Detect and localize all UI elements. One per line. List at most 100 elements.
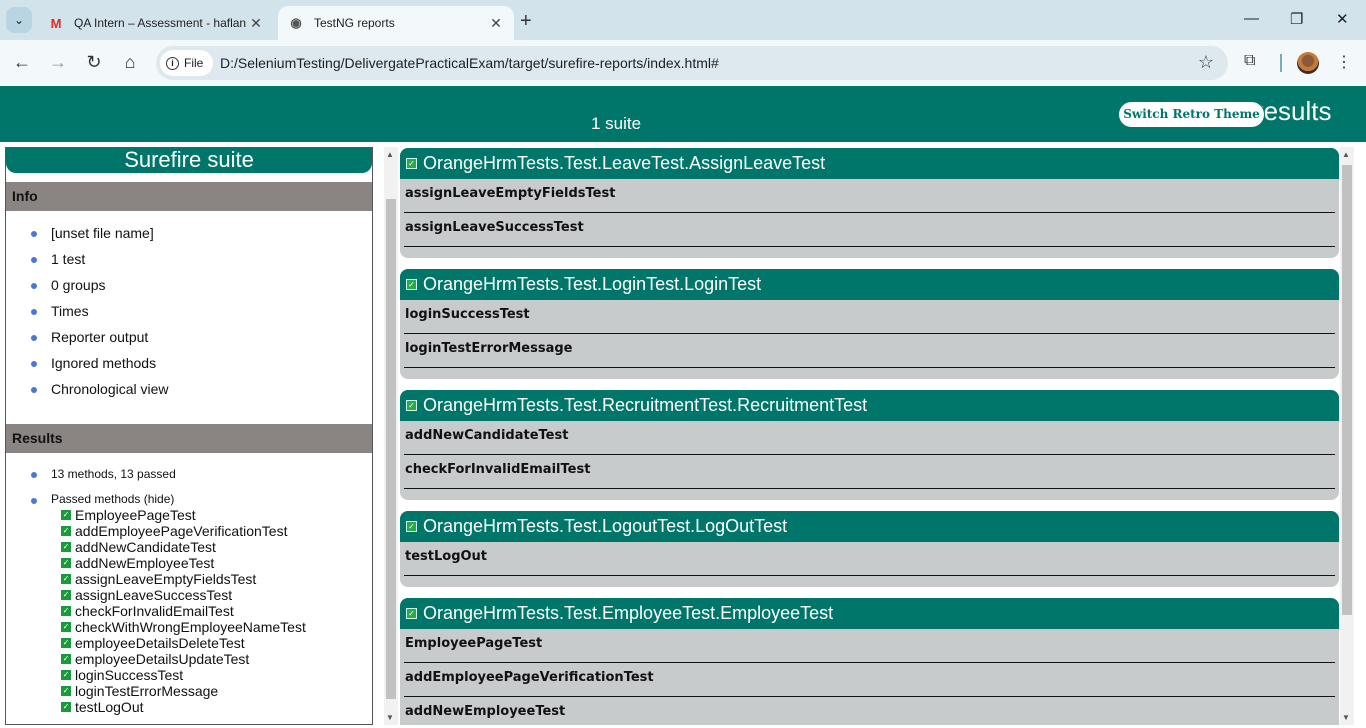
home-icon[interactable]: ⌂ bbox=[119, 52, 141, 73]
suite-title[interactable]: Surefire suite bbox=[6, 148, 372, 173]
list-item[interactable]: ✓ loginSuccessTest bbox=[61, 667, 306, 683]
extensions-icon[interactable]: ⧉ bbox=[1244, 52, 1255, 70]
list-item[interactable]: ✓ assignLeaveSuccessTest bbox=[61, 587, 306, 603]
close-window-icon[interactable]: ✕ bbox=[1336, 10, 1349, 28]
class-card: ✓ OrangeHrmTests.Test.EmployeeTest.Employ… bbox=[400, 598, 1339, 725]
report-banner: 1 suite Test results Switch Retro Theme bbox=[0, 86, 1366, 142]
close-tab-icon[interactable]: ✕ bbox=[488, 15, 504, 32]
bookmark-star-icon[interactable]: ☆ bbox=[1198, 52, 1214, 73]
info-item-tests[interactable]: 1 test bbox=[6, 246, 372, 272]
info-item-file-name[interactable]: [unset file name] bbox=[6, 220, 372, 246]
right-scrollbar[interactable]: ▲ ▼ bbox=[1340, 147, 1354, 725]
scroll-up-icon[interactable]: ▲ bbox=[386, 150, 394, 159]
report-page: 1 suite Test results Switch Retro Theme … bbox=[0, 86, 1366, 728]
scroll-up-icon[interactable]: ▲ bbox=[1342, 150, 1350, 159]
class-name: OrangeHrmTests.Test.EmployeeTest.Employe… bbox=[423, 603, 834, 623]
list-item[interactable]: ✓ addNewCandidateTest bbox=[61, 539, 306, 555]
check-icon: ✓ bbox=[61, 558, 71, 568]
list-item[interactable]: ✓ EmployeePageTest bbox=[61, 507, 306, 523]
info-item-ignored-methods[interactable]: Ignored methods bbox=[6, 350, 372, 376]
method-link[interactable]: assignLeaveEmptyFieldsTest bbox=[75, 571, 256, 587]
passed-methods-toggle[interactable]: Passed methods (hide) bbox=[51, 492, 174, 506]
scroll-down-icon[interactable]: ▼ bbox=[386, 713, 394, 722]
method-link[interactable]: checkForInvalidEmailTest bbox=[75, 603, 234, 619]
method-link[interactable]: loginSuccessTest bbox=[75, 667, 183, 683]
tab-search-button[interactable]: ⌄ bbox=[6, 7, 32, 33]
tab-gmail[interactable]: M QA Intern – Assessment - haflan ✕ bbox=[38, 6, 274, 40]
list-item[interactable]: ✓ addNewEmployeeTest bbox=[61, 555, 306, 571]
url-text[interactable]: D:/SeleniumTesting/DelivergatePracticalE… bbox=[220, 55, 719, 71]
check-icon: ✓ bbox=[61, 654, 71, 664]
tab-testng-reports[interactable]: ◉ TestNG reports ✕ bbox=[278, 6, 514, 40]
back-icon[interactable]: ← bbox=[11, 52, 33, 73]
list-item[interactable]: ✓ checkForInvalidEmailTest bbox=[61, 603, 306, 619]
method-link[interactable]: employeeDetailsUpdateTest bbox=[75, 651, 249, 667]
info-item-chronological-view[interactable]: Chronological view bbox=[6, 376, 372, 402]
info-item-groups[interactable]: 0 groups bbox=[6, 272, 372, 298]
profile-avatar[interactable] bbox=[1297, 52, 1319, 74]
restore-icon[interactable]: ❐ bbox=[1290, 10, 1303, 28]
scrollbar-thumb[interactable] bbox=[1342, 165, 1352, 615]
list-item[interactable]: ✓ addEmployeePageVerificationTest bbox=[61, 523, 306, 539]
forward-icon[interactable]: → bbox=[47, 52, 69, 73]
method-row[interactable]: loginTestErrorMessage bbox=[404, 334, 1335, 368]
method-link[interactable]: assignLeaveSuccessTest bbox=[75, 587, 232, 603]
minimize-icon[interactable]: — bbox=[1244, 10, 1259, 27]
scroll-down-icon[interactable]: ▼ bbox=[1342, 713, 1350, 722]
results-header: Results bbox=[6, 424, 372, 453]
suite-count[interactable]: 1 suite bbox=[591, 114, 641, 134]
check-icon: ✓ bbox=[61, 606, 71, 616]
info-item-times[interactable]: Times bbox=[6, 298, 372, 324]
list-item[interactable]: ✓ employeeDetailsDeleteTest bbox=[61, 635, 306, 651]
check-icon: ✓ bbox=[406, 279, 417, 290]
test-classes-pane: ✓ OrangeHrmTests.Test.LeaveTest.AssignLea… bbox=[400, 147, 1340, 725]
method-row[interactable]: assignLeaveSuccessTest bbox=[404, 213, 1335, 247]
method-link[interactable]: addEmployeePageVerificationTest bbox=[75, 523, 287, 539]
list-item[interactable]: ✓ checkWithWrongEmployeeNameTest bbox=[61, 619, 306, 635]
list-item[interactable]: ✓ employeeDetailsUpdateTest bbox=[61, 651, 306, 667]
method-link[interactable]: EmployeePageTest bbox=[75, 507, 196, 523]
method-link[interactable]: addNewCandidateTest bbox=[75, 539, 216, 555]
address-bar[interactable]: i File D:/SeleniumTesting/DelivergatePra… bbox=[156, 46, 1228, 80]
method-link[interactable]: loginTestErrorMessage bbox=[75, 683, 218, 699]
method-row[interactable]: EmployeePageTest bbox=[404, 629, 1335, 663]
class-card: ✓ OrangeHrmTests.Test.RecruitmentTest.Rec… bbox=[400, 390, 1339, 500]
check-icon: ✓ bbox=[406, 521, 417, 532]
kebab-menu-icon[interactable]: ⋮ bbox=[1336, 52, 1352, 72]
site-info-chip[interactable]: i File bbox=[160, 50, 214, 76]
class-header[interactable]: ✓ OrangeHrmTests.Test.LoginTest.LoginTest bbox=[400, 269, 1339, 300]
check-icon: ✓ bbox=[61, 702, 71, 712]
close-tab-icon[interactable]: ✕ bbox=[248, 15, 264, 32]
method-link[interactable]: addNewEmployeeTest bbox=[75, 555, 214, 571]
bullet-icon bbox=[31, 498, 37, 504]
switch-retro-theme-button[interactable]: Switch Retro Theme bbox=[1118, 101, 1265, 128]
method-row[interactable]: loginSuccessTest bbox=[404, 300, 1335, 334]
check-icon: ✓ bbox=[61, 574, 71, 584]
class-header[interactable]: ✓ OrangeHrmTests.Test.RecruitmentTest.Rec… bbox=[400, 390, 1339, 421]
check-icon: ✓ bbox=[406, 158, 417, 169]
method-row[interactable]: addEmployeePageVerificationTest bbox=[404, 663, 1335, 697]
class-header[interactable]: ✓ OrangeHrmTests.Test.EmployeeTest.Employ… bbox=[400, 598, 1339, 629]
class-header[interactable]: ✓ OrangeHrmTests.Test.LeaveTest.AssignLea… bbox=[400, 148, 1339, 179]
method-row[interactable]: testLogOut bbox=[404, 542, 1335, 576]
method-row[interactable]: addNewCandidateTest bbox=[404, 421, 1335, 455]
list-item[interactable]: ✓ testLogOut bbox=[61, 699, 306, 715]
method-row[interactable]: addNewEmployeeTest bbox=[404, 697, 1335, 725]
method-row[interactable]: checkForInvalidEmailTest bbox=[404, 455, 1335, 489]
info-list: [unset file name] 1 test 0 groups Times … bbox=[6, 220, 372, 402]
class-header[interactable]: ✓ OrangeHrmTests.Test.LogoutTest.LogOutTe… bbox=[400, 511, 1339, 542]
scrollbar-thumb[interactable] bbox=[386, 199, 396, 699]
new-tab-button[interactable]: + bbox=[520, 10, 532, 33]
toolbar-divider bbox=[1280, 54, 1282, 72]
left-scrollbar[interactable]: ▲ ▼ bbox=[384, 147, 398, 725]
method-link[interactable]: testLogOut bbox=[75, 699, 144, 715]
info-item-reporter-output[interactable]: Reporter output bbox=[6, 324, 372, 350]
reload-icon[interactable]: ↻ bbox=[83, 52, 105, 73]
passed-methods-list: ✓ EmployeePageTest ✓ addEmployeePageVerifi… bbox=[61, 507, 306, 715]
list-item[interactable]: ✓ assignLeaveEmptyFieldsTest bbox=[61, 571, 306, 587]
method-link[interactable]: checkWithWrongEmployeeNameTest bbox=[75, 619, 306, 635]
browser-toolbar: ← → ↻ ⌂ i File D:/SeleniumTesting/Delive… bbox=[0, 40, 1366, 86]
method-row[interactable]: assignLeaveEmptyFieldsTest bbox=[404, 179, 1335, 213]
method-link[interactable]: employeeDetailsDeleteTest bbox=[75, 635, 245, 651]
list-item[interactable]: ✓ loginTestErrorMessage bbox=[61, 683, 306, 699]
